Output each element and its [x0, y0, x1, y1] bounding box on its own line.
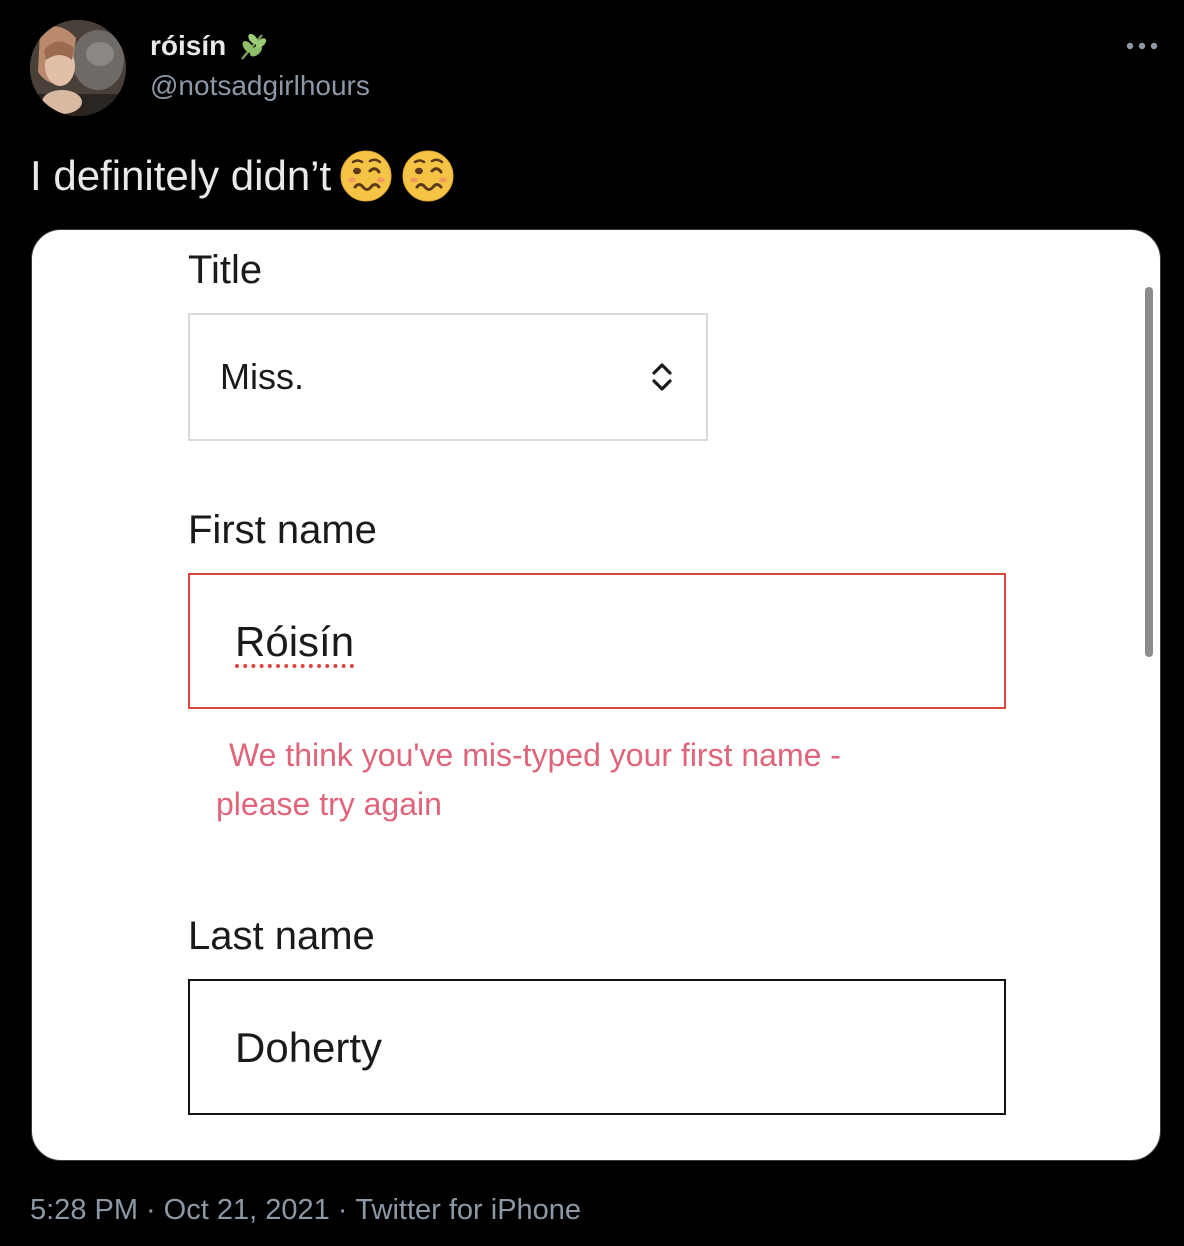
woozy-face-icon [339, 149, 393, 203]
avatar[interactable] [30, 20, 126, 116]
more-dots-icon [1126, 42, 1158, 50]
tweet-meta: 5:28 PM · Oct 21, 2021 · Twitter for iPhone [30, 1190, 581, 1230]
last-name-label: Last name [188, 914, 375, 958]
tweet-time[interactable]: 5:28 PM [30, 1194, 138, 1226]
tweet-date[interactable]: Oct 21, 2021 [164, 1194, 330, 1226]
meta-separator: · [337, 1194, 348, 1226]
first-name-error-line2: please try again [216, 786, 442, 822]
first-name-label: First name [188, 508, 377, 552]
display-name-row[interactable]: róisín [150, 28, 270, 64]
woozy-face-icon [401, 149, 455, 203]
title-select[interactable]: Miss. [188, 313, 708, 441]
meta-separator: · [146, 1194, 156, 1226]
attached-screenshot[interactable]: Title Miss. First name Róisín We think y… [31, 229, 1161, 1161]
title-select-value: Miss. [220, 356, 304, 397]
last-name-value: Doherty [235, 1024, 383, 1071]
first-name-error-line1: We think you've mis-typed your first nam… [229, 737, 841, 773]
first-name-value: Róisín [235, 618, 355, 665]
tweet-source[interactable]: Twitter for iPhone [355, 1194, 581, 1226]
last-name-field[interactable]: Doherty [188, 979, 1006, 1115]
title-label: Title [188, 248, 263, 292]
more-options-button[interactable] [1122, 28, 1162, 64]
first-name-field[interactable]: Róisín [188, 573, 1006, 709]
tweet-text: I definitely didn’t [30, 152, 332, 199]
tweet: róisín @notsadgirlhours I definitely did… [0, 0, 1184, 1246]
select-arrows-icon [652, 363, 672, 391]
avatar-image [30, 20, 126, 116]
user-handle[interactable]: @notsadgirlhours [150, 68, 370, 104]
sprig-icon [236, 29, 270, 63]
display-name[interactable]: róisín [150, 30, 226, 62]
tweet-text-row: I definitely didn’t [30, 146, 455, 206]
scrollbar[interactable] [1145, 287, 1153, 657]
